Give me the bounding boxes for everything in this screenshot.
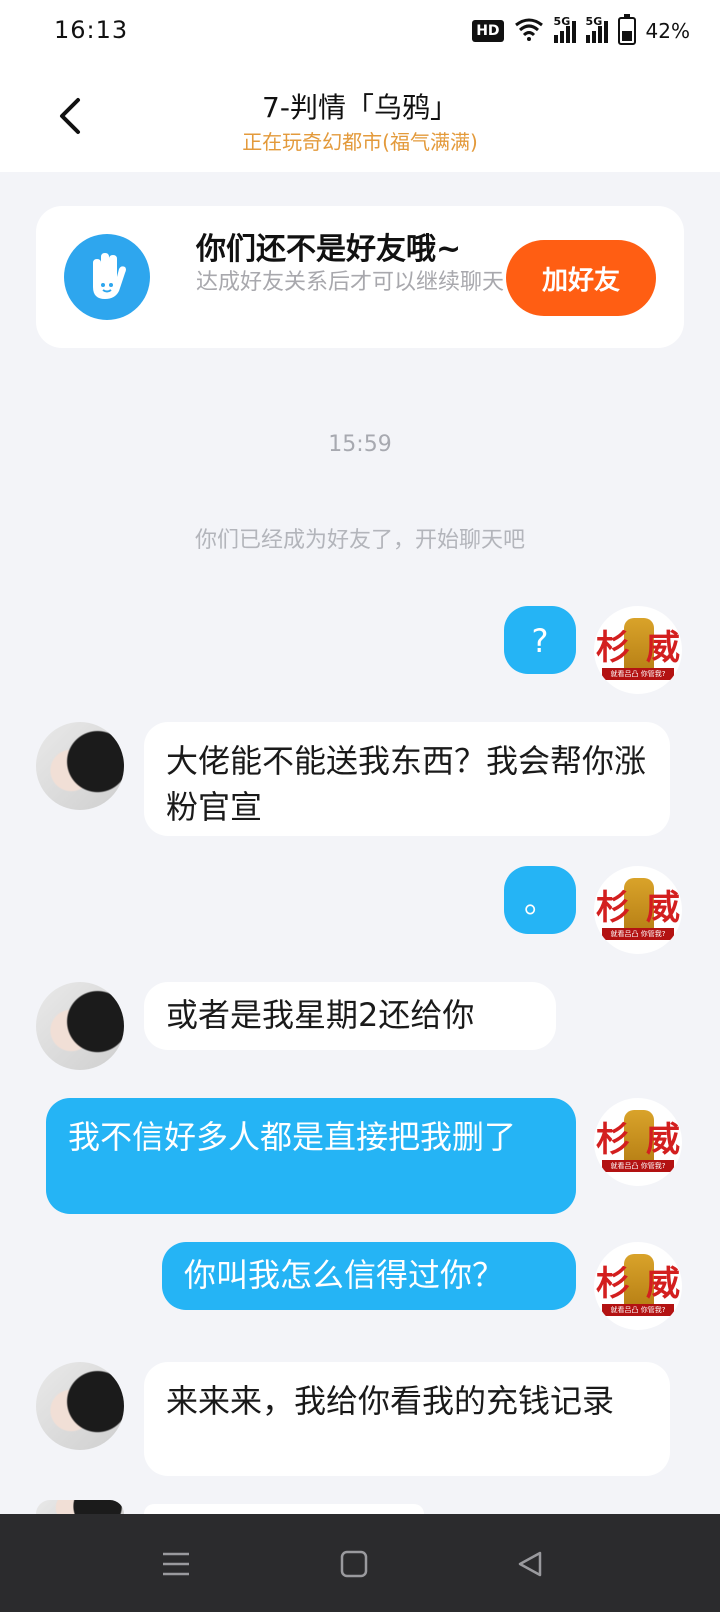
message-bubble-out[interactable]: 你叫我怎么信得过你？ — [162, 1242, 576, 1310]
home-button[interactable] — [334, 1544, 374, 1584]
peer-avatar[interactable] — [36, 982, 124, 1070]
avatar-glyph-left: 杉 — [596, 1120, 630, 1160]
notice-text: 达成好友关系后才可以继续聊天 — [196, 270, 505, 295]
avatar-banner: 就看吕凸 你管我? — [602, 1304, 674, 1316]
peer-avatar-partial[interactable] — [36, 1500, 124, 1514]
avatar-glyph-right: 威 — [646, 888, 680, 928]
home-square-icon — [340, 1550, 368, 1578]
avatar-banner: 就看吕凸 你管我? — [602, 928, 674, 940]
self-avatar[interactable]: 杉 威 就看吕凸 你管我? — [594, 606, 682, 694]
avatar-glyph-right: 威 — [646, 1120, 680, 1160]
avatar-glyph-left: 杉 — [596, 1264, 630, 1304]
status-time: 16:13 — [54, 16, 129, 44]
add-friend-button[interactable]: 加好友 — [506, 240, 656, 316]
self-avatar[interactable]: 杉 威 就看吕凸 你管我? — [594, 866, 682, 954]
triangle-back-icon — [518, 1551, 542, 1577]
system-nav-bar — [0, 1514, 720, 1612]
signal-5g-icon-2: 5G — [585, 15, 608, 43]
self-avatar[interactable]: 杉 威 就看吕凸 你管我? — [594, 1242, 682, 1330]
status-bar: 16:13 HD 5G 5G 42% — [0, 0, 720, 64]
wifi-icon — [514, 17, 544, 46]
chat-header: 7-判情「乌鸦」 正在玩奇幻都市(福气满满) — [0, 64, 720, 172]
menu-icon — [163, 1552, 189, 1576]
hd-icon: HD — [472, 20, 504, 42]
message-bubble-in[interactable]: 大佬能不能送我东西？我会帮你涨粉官宣 — [144, 722, 670, 836]
chat-timestamp: 15:59 — [328, 432, 392, 457]
message-bubble-out[interactable]: 。 — [504, 866, 576, 934]
contact-status: 正在玩奇幻都市(福气满满) — [242, 130, 478, 154]
contact-name: 7-判情「乌鸦」 — [262, 91, 458, 124]
avatar-banner: 就看吕凸 你管我? — [602, 668, 674, 680]
back-nav-button[interactable] — [510, 1544, 550, 1584]
peer-avatar[interactable] — [36, 722, 124, 810]
status-icons: HD 5G 5G 42% — [472, 14, 690, 46]
battery-percent: 42% — [645, 19, 690, 43]
avatar-glyph-right: 威 — [646, 1264, 680, 1304]
system-message: 你们已经成为好友了，开始聊天吧 — [194, 528, 525, 553]
message-bubble-in[interactable]: 来来来，我给你看我的充钱记录 — [144, 1362, 670, 1476]
avatar-glyph-right: 威 — [646, 628, 680, 668]
avatar-glyph-left: 杉 — [596, 888, 630, 928]
message-bubble-out[interactable]: 我不信好多人都是直接把我删了 — [46, 1098, 576, 1214]
avatar-glyph-left: 杉 — [596, 628, 630, 668]
menu-button[interactable] — [156, 1544, 196, 1584]
hand-wave-icon — [64, 234, 150, 320]
message-bubble-partial[interactable] — [144, 1504, 424, 1514]
avatar-banner: 就看吕凸 你管我? — [602, 1160, 674, 1172]
message-bubble-in[interactable]: 或者是我星期2还给你 — [144, 982, 556, 1050]
self-avatar[interactable]: 杉 威 就看吕凸 你管我? — [594, 1098, 682, 1186]
signal-5g-icon: 5G — [553, 15, 576, 43]
not-friends-notice: 你们还不是好友哦~ 达成好友关系后才可以继续聊天 加好友 — [36, 206, 684, 348]
battery-icon — [617, 14, 636, 45]
message-bubble-out[interactable]: ? — [504, 606, 576, 674]
notice-title: 你们还不是好友哦~ — [196, 232, 462, 267]
peer-avatar[interactable] — [36, 1362, 124, 1450]
